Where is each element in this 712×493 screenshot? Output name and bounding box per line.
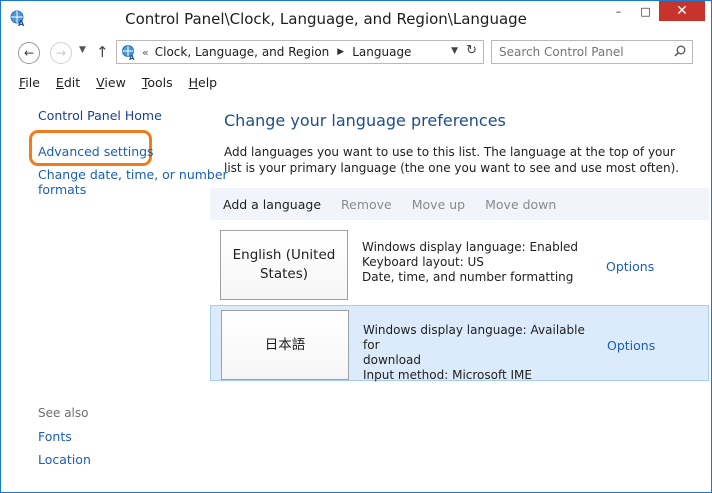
fonts-link[interactable]: Fonts	[38, 429, 72, 444]
back-button[interactable]: ←	[18, 42, 40, 64]
display-language-status-line2: download	[363, 353, 422, 367]
breadcrumb-clock-language-region[interactable]: Clock, Language, and Region	[155, 45, 330, 59]
language-tile-english[interactable]: English (United States)	[220, 230, 348, 300]
breadcrumb-language[interactable]: Language	[352, 45, 411, 59]
maximize-button[interactable]: □	[632, 1, 659, 21]
menu-tools[interactable]: Tools	[134, 73, 181, 93]
navigation-bar: ← → ▼ ↑ A « Clock, Language, and Region …	[1, 35, 711, 71]
change-date-time-formats-link-line2[interactable]: formats	[38, 182, 86, 197]
minimize-button[interactable]: –	[605, 1, 632, 21]
address-dropdown-icon[interactable]: ▼	[451, 46, 458, 58]
language-name-line1: English (United	[232, 247, 336, 263]
language-name: 日本語	[264, 336, 306, 353]
options-link-japanese[interactable]: Options	[607, 338, 655, 353]
menu-view[interactable]: View	[88, 73, 134, 93]
location-link[interactable]: Location	[38, 452, 91, 467]
control-panel-window: A Control Panel\Clock, Language, and Reg…	[0, 0, 712, 493]
input-method: Input method: Microsoft IME	[363, 368, 532, 382]
change-date-time-formats-link[interactable]: Change date, time, or number	[38, 167, 228, 182]
address-controls: ▼ ↻	[451, 43, 477, 58]
close-button[interactable]: ✕	[659, 1, 705, 21]
control-panel-home-link[interactable]: Control Panel Home	[38, 108, 162, 123]
address-overflow-icon[interactable]: «	[142, 46, 149, 59]
up-arrow-button[interactable]: ↑	[96, 43, 109, 61]
refresh-icon[interactable]: ↻	[466, 43, 477, 58]
display-language-status: Windows display language: Enabled	[362, 240, 579, 254]
forward-button[interactable]: →	[50, 42, 72, 64]
language-tile-japanese[interactable]: 日本語	[221, 310, 349, 380]
menu-file[interactable]: File	[11, 73, 48, 93]
page-description: Add languages you want to use to this li…	[224, 145, 680, 175]
add-language-button[interactable]: Add a language	[223, 197, 321, 212]
back-arrow-icon: ←	[23, 46, 35, 60]
svg-text:A: A	[129, 54, 135, 60]
title-bar: A Control Panel\Clock, Language, and Reg…	[1, 1, 711, 35]
search-icon[interactable]	[674, 45, 686, 57]
keyboard-layout: Keyboard layout: US	[362, 255, 484, 269]
menu-bar: File Edit View Tools Help	[1, 73, 711, 93]
language-row-japanese[interactable]: 日本語 Windows display language: Available …	[210, 305, 709, 383]
page-title: Change your language preferences	[224, 111, 506, 130]
language-row-english[interactable]: English (United States) Windows display …	[210, 226, 709, 302]
move-up-button[interactable]: Move up	[412, 197, 465, 212]
forward-arrow-icon: →	[55, 46, 67, 60]
formatting-info: Date, time, and number formatting	[362, 270, 574, 284]
options-link-english[interactable]: Options	[606, 259, 654, 274]
language-location-icon: A	[122, 45, 135, 60]
move-down-button[interactable]: Move down	[485, 197, 556, 212]
advanced-settings-link[interactable]: Advanced settings	[38, 144, 154, 159]
menu-help[interactable]: Help	[181, 73, 226, 93]
see-also-heading: See also	[38, 406, 89, 420]
language-info: Windows display language: Available for …	[363, 323, 593, 383]
language-toolbar: Add a language Remove Move up Move down	[210, 188, 709, 220]
search-input[interactable]	[491, 40, 693, 64]
breadcrumb-separator-icon[interactable]: ▶	[337, 47, 344, 57]
language-info: Windows display language: Enabled Keyboa…	[362, 240, 592, 285]
language-name-line2: States)	[259, 266, 309, 282]
window-controls: – □ ✕	[605, 1, 705, 21]
address-bar[interactable]: A « Clock, Language, and Region ▶ Langua…	[116, 40, 484, 64]
menu-edit[interactable]: Edit	[48, 73, 88, 93]
recent-locations-dropdown-icon[interactable]: ▼	[79, 45, 86, 55]
remove-button[interactable]: Remove	[341, 197, 392, 212]
display-language-status: Windows display language: Available for	[363, 323, 585, 352]
